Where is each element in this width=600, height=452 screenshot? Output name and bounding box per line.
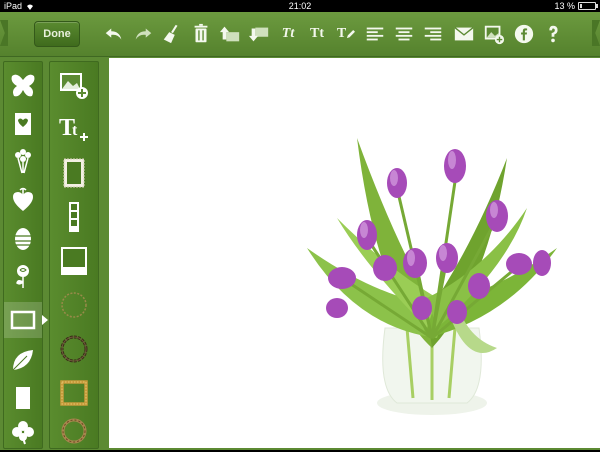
text-style-icon[interactable]: Tt (305, 22, 329, 46)
send-backward-icon[interactable] (247, 22, 271, 46)
tulip-bouquet-image[interactable] (297, 98, 567, 428)
frame-icon[interactable] (4, 302, 48, 338)
wreath-frame-icon[interactable] (50, 328, 98, 370)
done-button[interactable]: Done (34, 21, 80, 47)
toolbar: Done Tt Tt T (0, 12, 600, 57)
easter-egg-icon[interactable] (4, 220, 42, 256)
mail-icon[interactable] (452, 22, 476, 46)
help-icon[interactable] (541, 22, 565, 46)
items-panel: Tt (49, 61, 99, 449)
editing-canvas[interactable] (109, 58, 600, 448)
bouquet-icon[interactable] (4, 144, 42, 180)
butterfly-icon[interactable] (4, 68, 42, 104)
clover-icon[interactable] (4, 414, 42, 450)
battery-icon (578, 2, 598, 10)
film-strip-icon[interactable] (50, 196, 98, 238)
ribbon-right (592, 20, 600, 46)
category-sidebar (3, 61, 48, 450)
add-text-icon[interactable]: Tt (50, 106, 98, 148)
polaroid-frame-icon[interactable] (50, 240, 98, 282)
add-photo-icon[interactable] (50, 64, 98, 106)
broom-icon[interactable] (160, 22, 184, 46)
rose-icon[interactable] (4, 258, 42, 294)
bring-forward-icon[interactable] (218, 22, 242, 46)
app: Done Tt Tt T T t (0, 12, 600, 450)
align-right-icon[interactable] (421, 22, 445, 46)
battery-percent: 13 % (554, 1, 575, 11)
gold-square-frame-icon[interactable] (50, 372, 98, 414)
undo-icon[interactable] (102, 22, 126, 46)
redo-icon[interactable] (131, 22, 155, 46)
stamp-frame-icon[interactable] (50, 152, 98, 194)
pencil-icon (347, 29, 356, 38)
card-icon[interactable] (4, 106, 42, 142)
leaf-icon[interactable] (4, 342, 42, 378)
clock: 21:02 (288, 1, 312, 11)
ribbon-left (0, 20, 8, 46)
card-blank-icon[interactable] (4, 380, 42, 416)
circle-frame-gold-icon[interactable] (50, 284, 98, 326)
facebook-icon[interactable] (512, 22, 536, 46)
align-center-icon[interactable] (392, 22, 416, 46)
trash-icon[interactable] (189, 22, 213, 46)
text-italic-icon[interactable]: Tt (276, 22, 300, 46)
selection-arrow (42, 315, 48, 325)
text-edit-icon[interactable]: T (334, 22, 358, 46)
svg-text:t: t (72, 122, 78, 139)
status-bar: iPad 21:02 13 % (0, 0, 600, 12)
round-wreath-icon[interactable] (50, 410, 98, 452)
save-photo-icon[interactable] (482, 22, 506, 46)
heart-icon[interactable] (4, 182, 42, 218)
align-left-icon[interactable] (363, 22, 387, 46)
text-edit-glyph: T (336, 26, 347, 41)
